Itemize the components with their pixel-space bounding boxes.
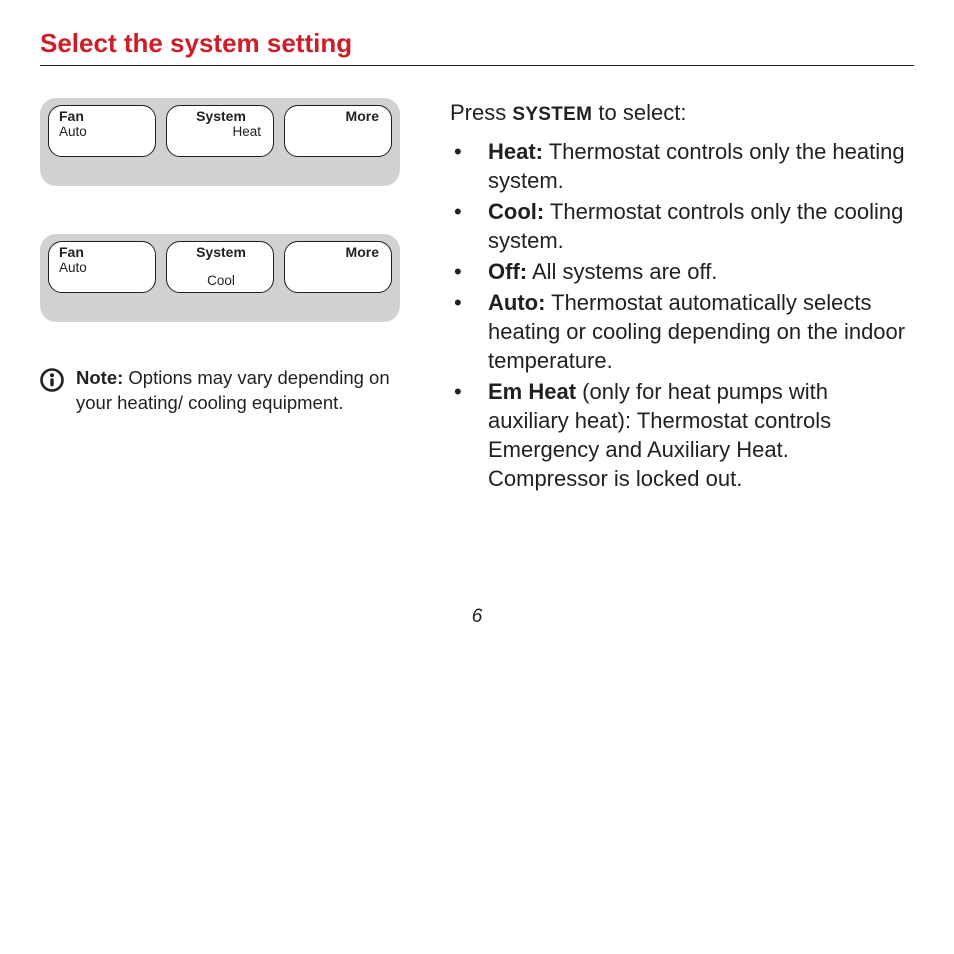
item-label: Cool: (488, 199, 544, 224)
more-button[interactable]: More (284, 105, 392, 157)
heading-rule (40, 65, 914, 66)
fan-button-value: Auto (59, 125, 147, 140)
two-column-layout: Fan Auto System Heat More Fan Auto (40, 98, 914, 495)
list-item: Off: All systems are off. (450, 257, 914, 286)
item-label: Auto: (488, 290, 545, 315)
fan-button[interactable]: Fan Auto (48, 105, 156, 157)
button-row: Fan Auto System Cool More (48, 241, 392, 293)
system-button-label: System (196, 245, 246, 260)
item-label: Off: (488, 259, 527, 284)
more-button-label: More (346, 245, 383, 260)
intro-post: to select: (592, 100, 686, 125)
right-column: Press SYSTEM to select: Heat: Thermostat… (450, 98, 914, 495)
thermostat-panel-cool: Fan Auto System Cool More (40, 234, 400, 322)
page-heading: Select the system setting (40, 28, 914, 59)
item-label: Em Heat (488, 379, 576, 404)
note-block: Note: Options may vary depending on your… (40, 366, 400, 416)
note-label: Note: (76, 367, 123, 388)
system-button-value: Heat (232, 125, 265, 140)
item-text: Thermostat automatically selects heating… (488, 290, 905, 373)
note-text: Note: Options may vary depending on your… (76, 366, 400, 416)
list-item: Heat: Thermostat controls only the heati… (450, 137, 914, 195)
list-item: Em Heat (only for heat pumps with auxili… (450, 377, 914, 493)
fan-button-value: Auto (59, 261, 147, 276)
intro-pre: Press (450, 100, 512, 125)
item-text: Thermostat controls only the cooling sys… (488, 199, 903, 253)
list-item: Auto: Thermostat automatically selects h… (450, 288, 914, 375)
system-keyword: SYSTEM (512, 104, 592, 125)
fan-button-label: Fan (59, 109, 147, 124)
item-text: All systems are off. (527, 259, 717, 284)
note-body: Options may vary depending on your heati… (76, 367, 390, 413)
item-text: Thermostat controls only the heating sys… (488, 139, 905, 193)
system-button[interactable]: System Heat (166, 105, 274, 157)
more-button-label: More (346, 109, 383, 124)
list-item: Cool: Thermostat controls only the cooli… (450, 197, 914, 255)
system-button[interactable]: System Cool (166, 241, 274, 293)
item-label: Heat: (488, 139, 543, 164)
page-number: 6 (0, 606, 954, 628)
system-button-label: System (196, 109, 246, 124)
intro-line: Press SYSTEM to select: (450, 98, 914, 127)
info-icon (40, 368, 64, 392)
fan-button-label: Fan (59, 245, 147, 260)
more-button[interactable]: More (284, 241, 392, 293)
mode-list: Heat: Thermostat controls only the heati… (450, 137, 914, 493)
fan-button[interactable]: Fan Auto (48, 241, 156, 293)
button-row: Fan Auto System Heat More (48, 105, 392, 157)
system-button-value: Cool (207, 274, 235, 289)
left-column: Fan Auto System Heat More Fan Auto (40, 98, 400, 495)
thermostat-panel-heat: Fan Auto System Heat More (40, 98, 400, 186)
